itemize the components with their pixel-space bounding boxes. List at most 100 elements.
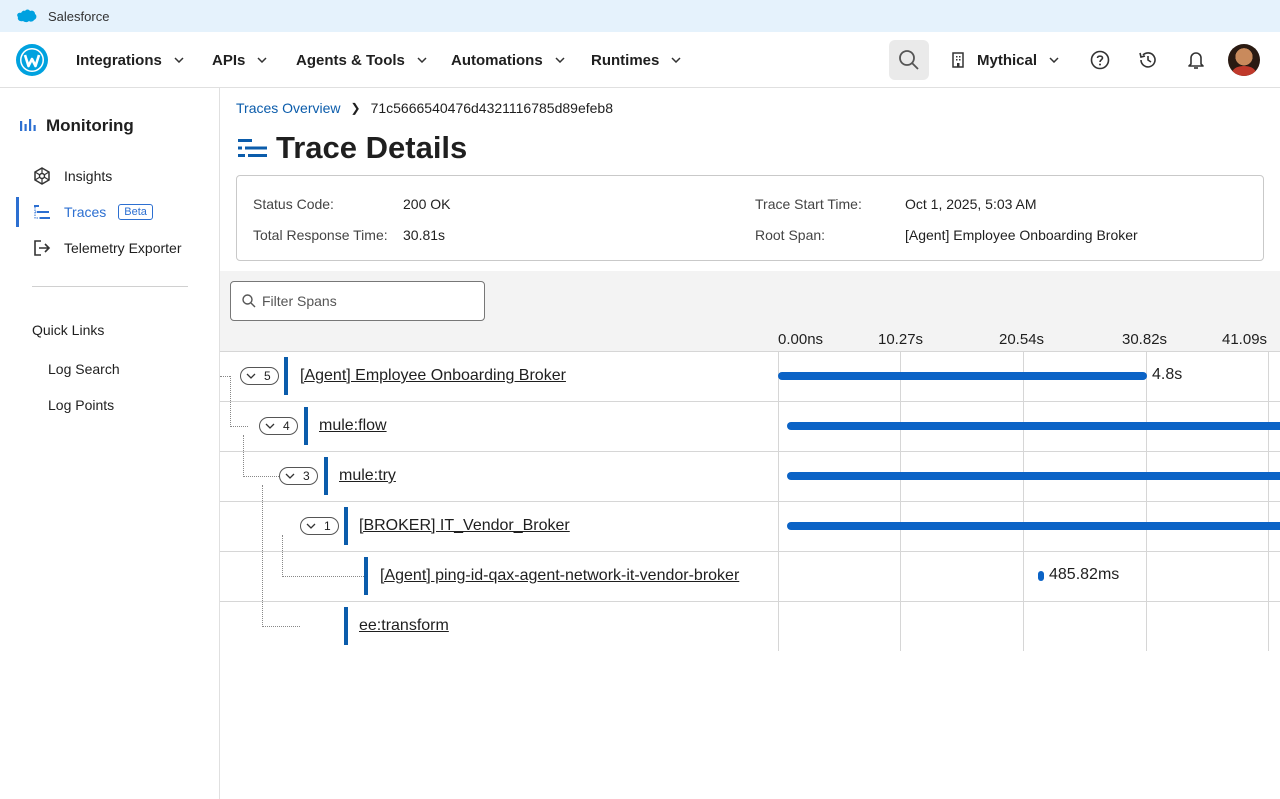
bell-icon [1188,52,1204,69]
trace-start-value: Oct 1, 2025, 5:03 AM [905,196,1037,212]
child-count: 3 [303,469,310,483]
notifications-button[interactable] [1184,48,1208,72]
export-icon [32,238,52,258]
span-indicator [324,457,328,495]
chevron-down-icon [1049,57,1059,63]
tick-label: 10.27s [878,331,924,348]
active-indicator [16,197,19,227]
chevron-right-icon: ❯ [350,101,361,115]
span-bar[interactable] [787,422,1280,430]
tick-label: 20.54s [999,331,1045,348]
chevron-down-icon [246,373,256,379]
breadcrumb-current: 71c5666540476d4321116785d89efeb8 [370,100,613,116]
history-button[interactable] [1136,48,1160,72]
avatar-shirt [1232,66,1256,76]
span-name-link[interactable]: mule:flow [319,417,387,435]
span-row[interactable]: 3 mule:try [0,451,1280,501]
sidebar-title: Monitoring [20,116,134,136]
building-icon [952,52,964,68]
root-span-label: Root Span: [755,227,826,243]
span-bar[interactable] [778,372,1147,380]
sidebar-item-telemetry-exporter[interactable]: Telemetry Exporter [32,236,181,260]
tick-label: 0.00ns [778,331,824,348]
span-name-link[interactable]: mule:try [339,467,396,485]
span-indicator [344,507,348,545]
trace-details-icon [238,139,267,157]
span-row[interactable]: 5 [Agent] Employee Onboarding Broker 4.8… [0,351,1280,401]
collapse-toggle[interactable]: 3 [279,467,318,485]
breadcrumb: Traces Overview ❯ 71c5666540476d43211167… [236,100,613,116]
collapse-toggle[interactable]: 1 [300,517,339,535]
quick-links-title: Quick Links [32,322,105,338]
salesforce-cloud-icon [17,9,37,23]
span-bar[interactable] [787,472,1280,480]
sidebar-item-traces[interactable]: Traces Beta [32,200,153,224]
collapse-toggle[interactable]: 4 [259,417,298,435]
sidebar-item-telemetry-exporter-label: Telemetry Exporter [64,240,182,256]
nav-integrations-label: Integrations [76,51,162,69]
nav-runtimes-label: Runtimes [591,51,660,69]
span-row[interactable]: 1 [BROKER] IT_Vendor_Broker [0,501,1280,551]
span-duration: 485.82ms [1049,566,1120,583]
chevron-down-icon [257,57,267,63]
sidebar-title-label: Monitoring [46,116,134,135]
span-row[interactable]: 4 mule:flow [0,401,1280,451]
span-indicator [304,407,308,445]
status-code-label: Status Code: [253,196,334,212]
search-icon [242,294,256,308]
sidebar-item-insights[interactable]: Insights [32,164,112,188]
sidebar-item-insights-label: Insights [64,168,113,184]
user-avatar[interactable] [1228,44,1260,76]
page-title-label: Trace Details [276,130,468,165]
span-bar[interactable] [787,522,1280,530]
page-title: Trace Details [238,130,467,166]
chevron-down-icon [174,57,184,63]
chevron-down-icon [417,57,427,63]
chevron-down-icon [265,423,275,429]
span-name-link[interactable]: [Agent] Employee Onboarding Broker [300,367,566,385]
breadcrumb-traces-overview[interactable]: Traces Overview [236,100,341,116]
traces-icon [32,202,52,222]
help-icon [1090,50,1110,70]
nav-runtimes[interactable]: Runtimes [591,32,681,88]
salesforce-bar: Salesforce [0,0,1280,32]
chevron-down-icon [285,473,295,479]
monitoring-icon [20,119,36,131]
span-name-link[interactable]: [Agent] ping-id-qax-agent-network-it-ven… [380,567,739,585]
help-button[interactable] [1088,48,1112,72]
span-indicator [284,357,288,395]
nav-apis-label: APIs [212,51,246,69]
top-nav: Integrations APIs Agents & Tools Automat… [0,32,1280,88]
span-indicator [344,607,348,645]
mulesoft-logo-icon[interactable] [16,44,48,76]
span-bar[interactable] [1038,571,1044,581]
total-response-label: Total Response Time: [253,227,388,243]
sidebar-item-traces-label: Traces [64,204,107,220]
chevron-down-icon [306,523,316,529]
org-switcher[interactable]: Mythical [951,32,1059,88]
span-name-link[interactable]: [BROKER] IT_Vendor_Broker [359,517,570,535]
span-name-link[interactable]: ee:transform [359,617,449,635]
search-button[interactable] [889,40,929,80]
nav-agents-tools[interactable]: Agents & Tools [296,32,427,88]
tick-label: 41.09s [1222,331,1268,348]
collapse-toggle[interactable]: 5 [240,367,279,385]
span-row[interactable]: ee:transform [0,601,1280,651]
filter-spans-input[interactable] [262,293,482,309]
status-code-value: 200 OK [403,196,451,212]
span-duration: 4.8s [1152,366,1183,383]
span-row[interactable]: [Agent] ping-id-qax-agent-network-it-ven… [0,551,1280,601]
chevron-down-icon [555,57,565,63]
nav-agents-tools-label: Agents & Tools [296,51,405,69]
nav-apis[interactable]: APIs [212,32,267,88]
trace-start-label: Trace Start Time: [755,196,862,212]
root-span-value: [Agent] Employee Onboarding Broker [905,227,1138,243]
nav-integrations[interactable]: Integrations [76,32,184,88]
child-count: 5 [264,369,271,383]
filter-spans-field[interactable] [230,281,485,321]
insights-icon [32,166,52,186]
total-response-value: 30.81s [403,227,446,243]
nav-automations[interactable]: Automations [451,32,565,88]
span-indicator [364,557,368,595]
child-count: 1 [324,519,331,533]
